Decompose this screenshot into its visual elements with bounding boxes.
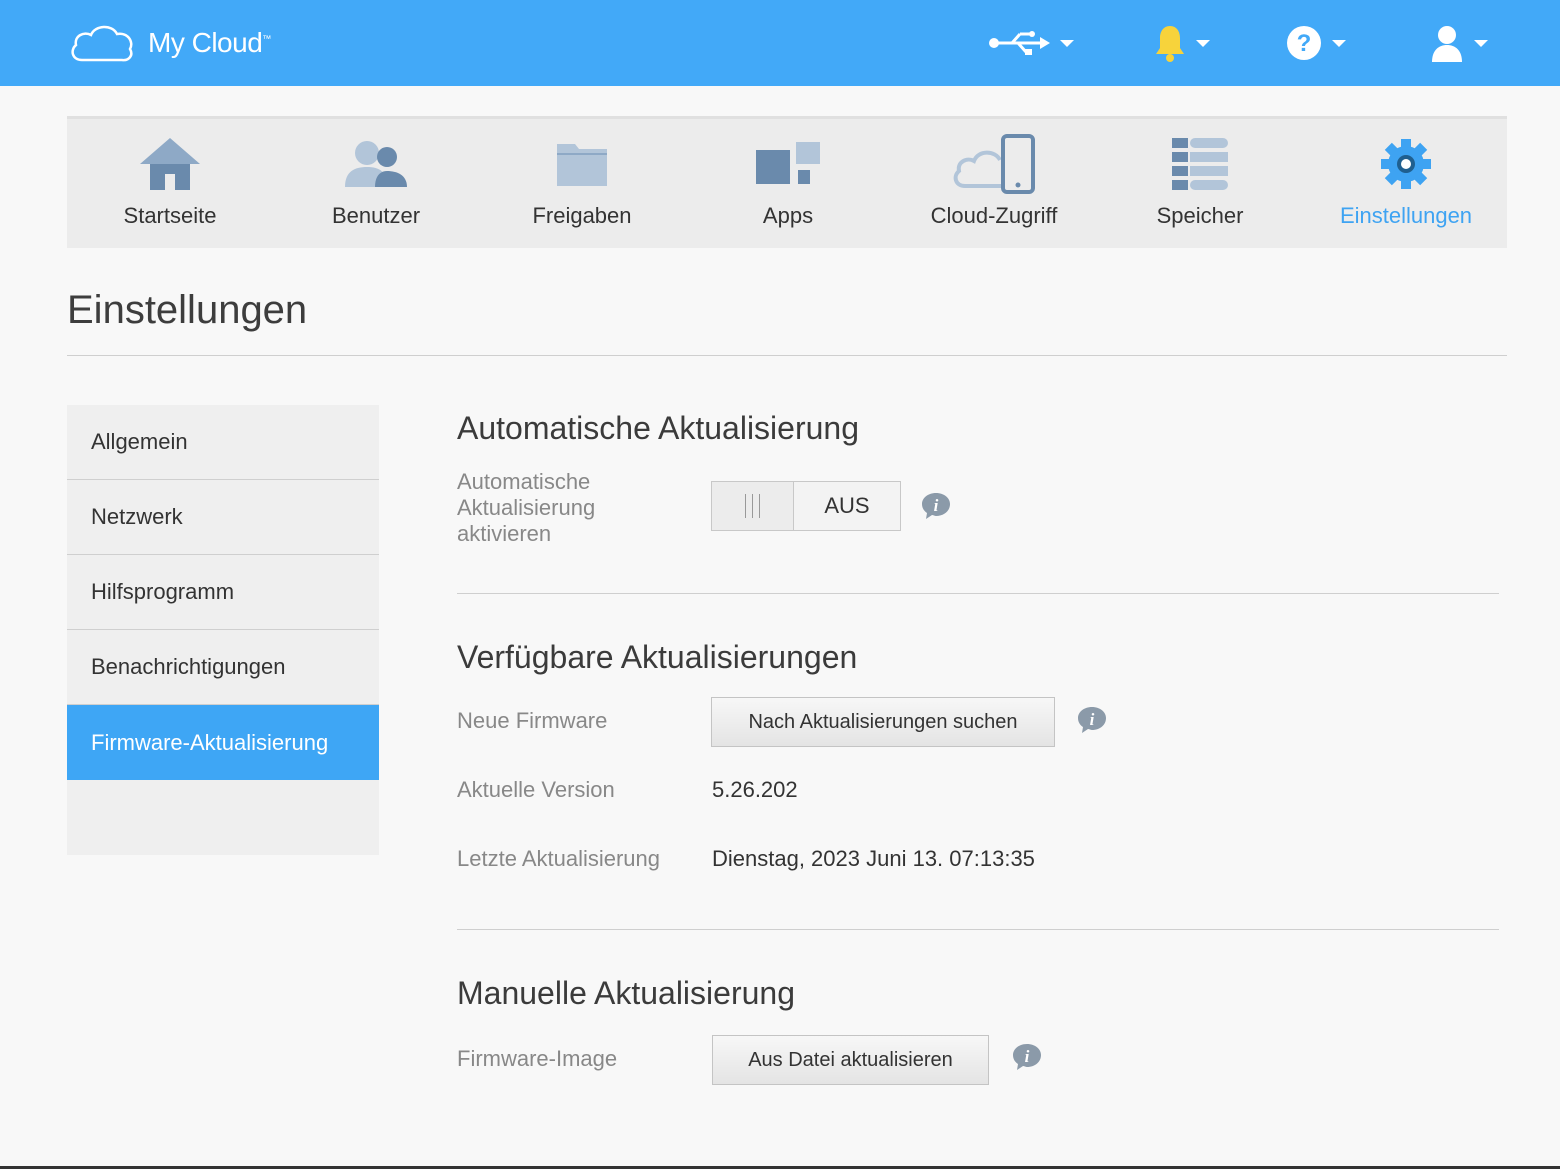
firmware-image-label: Firmware-Image [457, 1046, 618, 1071]
folder-icon [557, 144, 607, 186]
home-icon [140, 138, 200, 190]
nav-label: Benutzer [331, 203, 421, 228]
auto-update-toggle[interactable]: AUS [711, 481, 901, 531]
divider [457, 593, 1499, 594]
update-from-file-button[interactable]: Aus Datei aktualisieren [712, 1035, 989, 1085]
cloud-device-icon [953, 134, 1035, 194]
help-icon: ? [1287, 26, 1321, 60]
info-icon[interactable]: i [920, 491, 952, 521]
toggle-handle[interactable] [712, 482, 794, 530]
storage-icon [1172, 138, 1228, 190]
sidebar-item-allgemein[interactable]: Allgemein [67, 405, 379, 480]
chevron-down-icon [1060, 39, 1074, 47]
last-update-value: Dienstag, 2023 Juni 13. 07:13:35 [712, 846, 1035, 871]
usb-menu[interactable] [988, 22, 1074, 64]
divider [67, 355, 1507, 356]
users-icon [345, 141, 407, 187]
nav-item-cloud-zugriff[interactable]: Cloud-Zugriff [891, 119, 1097, 248]
gear-icon [1381, 139, 1431, 189]
svg-text:i: i [1090, 710, 1095, 729]
settings-sidebar: Allgemein Netzwerk Hilfsprogramm Benachr… [67, 405, 379, 855]
nav-label: Einstellungen [1339, 203, 1473, 228]
nav-item-freigaben[interactable]: Freigaben [479, 119, 685, 248]
my-cloud-logo[interactable]: My Cloud™ [68, 22, 271, 64]
chevron-down-icon [1474, 39, 1488, 47]
notifications-menu[interactable] [1154, 22, 1210, 64]
sidebar-item-firmware-aktualisierung[interactable]: Firmware-Aktualisierung [67, 705, 379, 780]
current-version-label: Aktuelle Version [457, 777, 615, 802]
toggle-state: AUS [824, 493, 870, 518]
last-update-label: Letzte Aktualisierung [457, 846, 661, 871]
current-version-value: 5.26.202 [712, 777, 798, 802]
main-navigation: Startseite Benutzer Freigaben Apps Cloud… [67, 116, 1507, 248]
sidebar-item-netzwerk[interactable]: Netzwerk [67, 480, 379, 555]
chevron-down-icon [1332, 39, 1346, 47]
top-bar: My Cloud™ ? [0, 0, 1560, 86]
info-icon[interactable]: i [1076, 705, 1108, 735]
check-updates-button[interactable]: Nach Aktualisierungen suchen [711, 697, 1055, 747]
nav-item-apps[interactable]: Apps [685, 119, 891, 248]
divider [457, 929, 1499, 930]
help-menu[interactable]: ? [1286, 22, 1346, 64]
nav-label: Freigaben [532, 203, 632, 228]
nav-label: Cloud-Zugriff [930, 203, 1058, 228]
section-heading-auto-update: Automatische Aktualisierung [457, 410, 859, 446]
svg-text:i: i [934, 496, 939, 515]
nav-item-startseite[interactable]: Startseite [67, 119, 273, 248]
info-icon[interactable]: i [1011, 1042, 1043, 1072]
nav-item-benutzer[interactable]: Benutzer [273, 119, 479, 248]
nav-item-speicher[interactable]: Speicher [1097, 119, 1303, 248]
nav-label: Startseite [123, 203, 217, 228]
bell-icon [1156, 26, 1184, 62]
nav-item-einstellungen[interactable]: Einstellungen [1303, 119, 1509, 248]
chevron-down-icon [1196, 39, 1210, 47]
page-title: Einstellungen [67, 288, 308, 332]
nav-label: Speicher [1156, 203, 1244, 228]
nav-label: Apps [762, 203, 814, 228]
svg-text:i: i [1025, 1047, 1030, 1066]
section-heading-available-updates: Verfügbare Aktualisierungen [457, 639, 858, 675]
auto-update-label: Automatische Aktualisierung aktivieren [457, 469, 596, 546]
new-firmware-label: Neue Firmware [457, 708, 608, 733]
logo-text: My Cloud™ [148, 27, 271, 58]
user-menu[interactable] [1430, 22, 1488, 64]
sidebar-item-hilfsprogramm[interactable]: Hilfsprogramm [67, 555, 379, 630]
section-heading-manual-update: Manuelle Aktualisierung [457, 975, 795, 1011]
svg-text:?: ? [1297, 30, 1312, 57]
apps-icon [756, 142, 820, 184]
cloud-logo-icon [71, 25, 133, 62]
sidebar-item-benachrichtigungen[interactable]: Benachrichtigungen [67, 630, 379, 705]
user-icon [1432, 26, 1462, 62]
usb-icon [989, 31, 1050, 55]
